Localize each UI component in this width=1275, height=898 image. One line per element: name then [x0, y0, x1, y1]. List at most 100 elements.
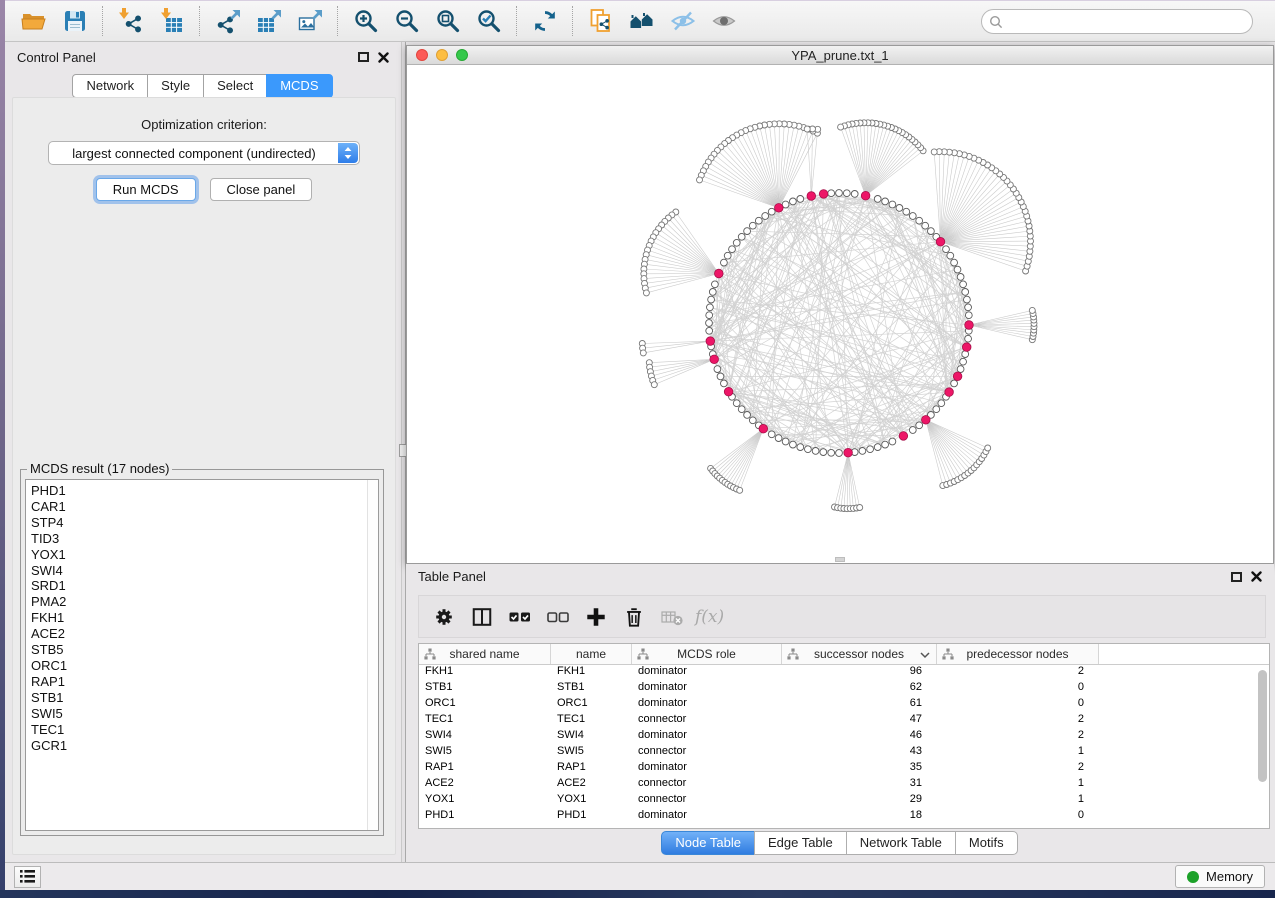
- result-list-item[interactable]: SWI5: [31, 706, 378, 722]
- export-network-button[interactable]: [207, 4, 248, 38]
- graph-leaf-node[interactable]: [640, 350, 646, 356]
- graph-hub-node[interactable]: [724, 387, 733, 396]
- graph-node[interactable]: [805, 446, 812, 453]
- graph-hub-node[interactable]: [962, 343, 971, 352]
- zoom-out-button[interactable]: [386, 4, 427, 38]
- import-network-button[interactable]: [110, 4, 151, 38]
- graph-node[interactable]: [797, 444, 804, 451]
- table-row[interactable]: FKH1FKH1dominator962: [419, 665, 1269, 681]
- result-list-item[interactable]: SWI4: [31, 563, 378, 579]
- graph-node[interactable]: [812, 448, 819, 455]
- graph-node[interactable]: [916, 422, 923, 429]
- graph-node[interactable]: [708, 296, 715, 303]
- graph-node[interactable]: [933, 406, 940, 413]
- graph-node[interactable]: [709, 289, 716, 296]
- result-list-item[interactable]: ACE2: [31, 626, 378, 642]
- graph-node[interactable]: [882, 441, 889, 448]
- graph-node[interactable]: [738, 406, 745, 413]
- graph-node[interactable]: [782, 438, 789, 445]
- graph-node[interactable]: [707, 304, 714, 311]
- graph-node[interactable]: [749, 417, 756, 424]
- graph-node[interactable]: [790, 441, 797, 448]
- graph-node[interactable]: [712, 281, 719, 288]
- export-table-button[interactable]: [248, 4, 289, 38]
- add-button[interactable]: [579, 600, 613, 634]
- result-list-item[interactable]: FKH1: [31, 610, 378, 626]
- graph-node[interactable]: [965, 335, 972, 342]
- graph-node[interactable]: [874, 444, 881, 451]
- graph-node[interactable]: [909, 427, 916, 434]
- graph-node[interactable]: [729, 246, 736, 253]
- save-session-button[interactable]: [54, 4, 95, 38]
- graph-node[interactable]: [706, 327, 713, 334]
- table-row[interactable]: RAP1RAP1dominator352: [419, 761, 1269, 777]
- refresh-button[interactable]: [524, 4, 565, 38]
- graph-hub-node[interactable]: [922, 416, 931, 425]
- table-row[interactable]: YOX1YOX1connector291: [419, 793, 1269, 809]
- graph-hub-node[interactable]: [819, 190, 828, 199]
- graph-node[interactable]: [717, 373, 724, 380]
- hide-selected-button[interactable]: [662, 4, 703, 38]
- float-panel-icon[interactable]: [358, 52, 369, 62]
- graph-hub-node[interactable]: [759, 424, 768, 433]
- result-list-scrollbar[interactable]: [367, 480, 378, 830]
- graph-hub-node[interactable]: [710, 355, 719, 364]
- result-list-item[interactable]: YOX1: [31, 547, 378, 563]
- criterion-dropdown[interactable]: largest connected component (undirected): [48, 141, 360, 165]
- result-list-item[interactable]: TID3: [31, 531, 378, 547]
- graph-node[interactable]: [744, 228, 751, 235]
- close-panel-icon[interactable]: [378, 52, 389, 63]
- close-panel-icon[interactable]: [1251, 571, 1262, 582]
- table-row[interactable]: ACE2ACE2connector311: [419, 777, 1269, 793]
- result-list-item[interactable]: PMA2: [31, 594, 378, 610]
- graph-hub-node[interactable]: [715, 269, 724, 278]
- float-panel-icon[interactable]: [1231, 572, 1242, 582]
- zoom-fit-button[interactable]: [427, 4, 468, 38]
- tab-edge-table[interactable]: Edge Table: [754, 831, 847, 855]
- graph-node[interactable]: [843, 190, 850, 197]
- import-table-button[interactable]: [151, 4, 192, 38]
- graph-node[interactable]: [749, 222, 756, 229]
- graph-node[interactable]: [889, 438, 896, 445]
- graph-node[interactable]: [909, 213, 916, 220]
- graph-node[interactable]: [954, 266, 961, 273]
- graph-hub-node[interactable]: [861, 191, 870, 200]
- graph-hub-node[interactable]: [899, 432, 908, 441]
- network-canvas[interactable]: [407, 66, 1273, 563]
- graph-node[interactable]: [957, 366, 964, 373]
- graph-hub-node[interactable]: [936, 237, 945, 246]
- graph-node[interactable]: [775, 435, 782, 442]
- delete-table-button[interactable]: [655, 600, 689, 634]
- graph-node[interactable]: [960, 358, 967, 365]
- graph-hub-node[interactable]: [807, 192, 816, 201]
- close-panel-button[interactable]: Close panel: [210, 178, 313, 201]
- zoom-in-button[interactable]: [345, 4, 386, 38]
- tab-motifs[interactable]: Motifs: [955, 831, 1018, 855]
- column-header-predecessor-nodes[interactable]: predecessor nodes: [937, 644, 1099, 664]
- graph-node[interactable]: [755, 217, 762, 224]
- graph-node[interactable]: [762, 213, 769, 220]
- graph-leaf-node[interactable]: [931, 149, 937, 155]
- graph-leaf-node[interactable]: [697, 177, 703, 183]
- graph-node[interactable]: [903, 208, 910, 215]
- function-builder-button[interactable]: f(x): [695, 607, 724, 627]
- graph-node[interactable]: [706, 312, 713, 319]
- canvas-resize-grip[interactable]: [835, 557, 845, 562]
- result-list-item[interactable]: RAP1: [31, 674, 378, 690]
- graph-node[interactable]: [836, 190, 843, 197]
- result-list-item[interactable]: CAR1: [31, 499, 378, 515]
- gear-button[interactable]: [427, 600, 461, 634]
- graph-node[interactable]: [738, 233, 745, 240]
- first-neighbors-button[interactable]: [621, 4, 662, 38]
- graph-hub-node[interactable]: [844, 448, 853, 457]
- table-row[interactable]: TEC1TEC1connector472: [419, 713, 1269, 729]
- panel-menu-button[interactable]: [14, 866, 41, 888]
- network-graph[interactable]: [407, 66, 1274, 564]
- tab-style[interactable]: Style: [147, 74, 204, 98]
- graph-node[interactable]: [965, 312, 972, 319]
- column-layout-button[interactable]: [465, 600, 499, 634]
- open-file-button[interactable]: [13, 4, 54, 38]
- graph-node[interactable]: [964, 296, 971, 303]
- graph-node[interactable]: [962, 351, 969, 358]
- select-all-button[interactable]: [503, 600, 537, 634]
